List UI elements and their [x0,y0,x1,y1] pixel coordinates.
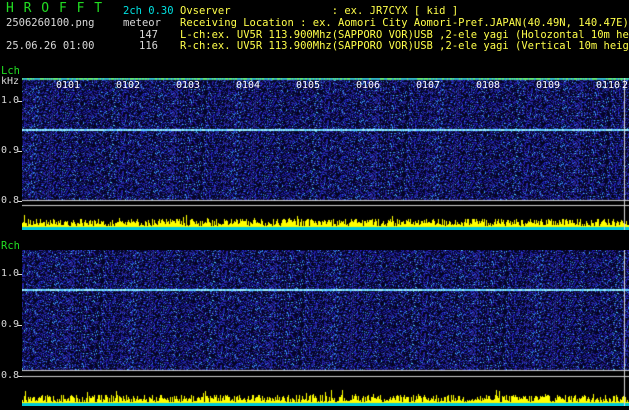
filename: 2506260100.png [6,17,95,29]
lch-tick-1-0: 1.0 [1,95,20,106]
rch-info-line: R-ch:ex. UV5R 113.900Mhz(SAPPORO VOR)USB… [180,40,629,52]
minute-label: 0109 [536,80,561,91]
minute-label: 0108 [476,80,501,91]
rch-count: 116 [139,40,158,52]
mode-label: meteor [123,17,161,29]
minute-label: 0102 [116,80,141,91]
minute-label: 0110 [596,80,621,91]
rch-label: Rch [1,240,20,252]
rch-tick-0-9: 0.9 [1,319,20,330]
channel-version: 2ch 0.30 [123,5,174,17]
minute-label: 0105 [296,80,321,91]
app-title: H R O F F T [6,1,104,16]
lch-tick-0-8: 0.8 [1,195,20,206]
datetime: 25.06.26 01:00 [6,40,95,52]
minute-label: 0106 [356,80,381,91]
observer-line: Ovserver : ex. JR7CYX [ kid ] [180,5,459,17]
minute-label: 0107 [416,80,441,91]
lch-spectrogram [22,78,629,230]
minute-label: 2 [622,80,629,91]
rch-tick-0-8: 0.8 [1,370,20,381]
location-line: Receiving Location : ex. Aomori City Aom… [180,17,629,29]
lch-unit: kHz [1,76,20,87]
lch-tick-0-9: 0.9 [1,145,20,156]
rch-spectrogram [22,250,629,406]
rch-tick-1-0: 1.0 [1,268,20,279]
minute-label: 0101 [56,80,81,91]
minute-label: 0104 [236,80,261,91]
minute-label: 0103 [176,80,201,91]
